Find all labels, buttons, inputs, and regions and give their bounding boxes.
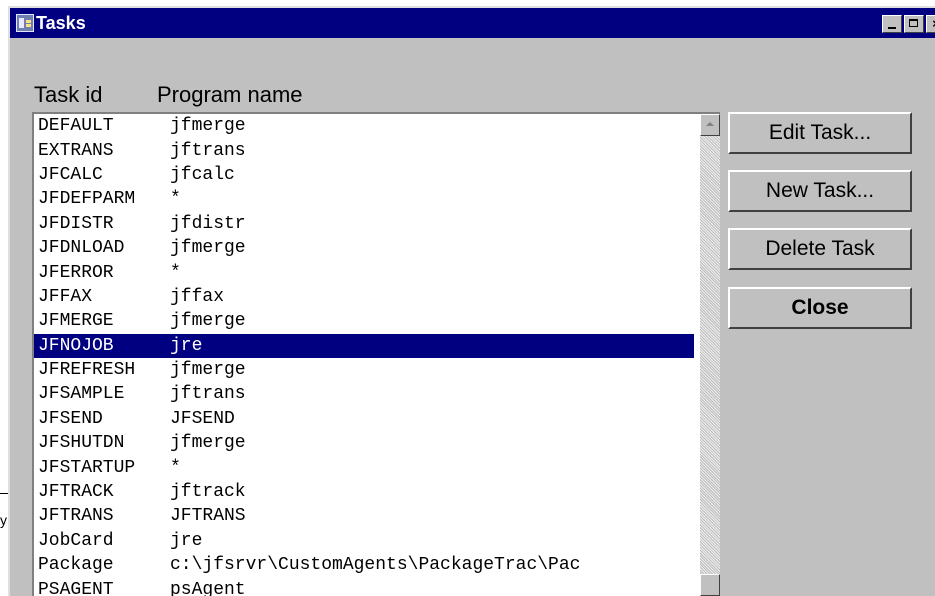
scroll-down-arrow-icon[interactable] (700, 574, 720, 596)
task-id-cell: JFREFRESH (38, 360, 136, 381)
task-row[interactable]: JFSEND JFSEND (34, 407, 694, 431)
minimize-button[interactable] (882, 15, 902, 33)
program-name-cell: JFSEND (170, 408, 235, 429)
task-row[interactable]: JobCard jre (34, 529, 694, 553)
close-window-button[interactable]: × (926, 15, 935, 33)
close-button[interactable]: Close (728, 287, 912, 329)
program-name-cell: * (170, 457, 181, 478)
program-name-cell: jfmerge (170, 116, 246, 137)
task-row[interactable]: JFTRACK jftrack (34, 480, 694, 504)
task-id-cell: Package (38, 555, 114, 576)
program-name-cell: jftrans (170, 384, 246, 405)
task-row[interactable]: JFMERGE jfmerge (34, 309, 694, 333)
task-id-cell: JFFAX (38, 286, 93, 307)
header-program-name: Program name (157, 82, 303, 107)
maximize-button[interactable] (904, 15, 924, 33)
task-row[interactable]: DEFAULT jfmerge (34, 114, 694, 138)
task-id-cell: JFSTARTUP (38, 457, 136, 478)
task-row[interactable]: JFCALC jfcalc (34, 163, 694, 187)
task-id-cell: DEFAULT (38, 116, 114, 137)
edit-task-button[interactable]: Edit Task... (728, 112, 912, 154)
task-row[interactable]: JFDISTR jfdistr (34, 212, 694, 236)
task-id-cell: JFNOJOB (38, 335, 114, 356)
window-title: Tasks (36, 13, 86, 33)
task-id-cell: EXTRANS (38, 140, 114, 161)
program-name-cell: psAgent (170, 579, 246, 596)
program-name-cell: jfmerge (170, 238, 246, 259)
program-name-cell: jre (170, 530, 203, 551)
task-id-cell: JFSEND (38, 408, 103, 429)
task-id-cell: JFTRACK (38, 482, 114, 503)
task-id-cell: JFSAMPLE (38, 384, 125, 405)
task-row[interactable]: JFTRANS JFTRANS (34, 504, 694, 528)
task-id-cell: PSAGENT (38, 579, 114, 596)
task-id-cell: JFMERGE (38, 311, 114, 332)
new-task-button[interactable]: New Task... (728, 170, 912, 212)
task-list-rows: DEFAULT jfmerge EXTRANS jftrans JFCALC jfcalc… (34, 114, 694, 596)
program-name-cell: c:\jfsrvr\CustomAgents\PackageTrac\Pac (170, 555, 581, 576)
task-id-cell: JFCALC (38, 164, 103, 185)
task-id-cell: JobCard (38, 530, 114, 551)
program-name-cell: * (170, 189, 181, 210)
program-name-cell: jfdistr (170, 213, 246, 234)
program-name-cell: jftrack (170, 482, 246, 503)
scroll-up-arrow-icon[interactable] (700, 114, 720, 136)
tasks-app-icon[interactable] (16, 14, 34, 32)
task-id-cell: JFTRANS (38, 506, 114, 527)
program-name-cell: jffax (170, 286, 225, 307)
program-name-cell: jfmerge (170, 433, 246, 454)
task-id-cell: JFDISTR (38, 213, 114, 234)
task-row[interactable]: JFDNLOAD jfmerge (34, 236, 694, 260)
task-row[interactable]: JFREFRESH jfmerge (34, 358, 694, 382)
task-id-cell: JFDEFPARM (38, 189, 136, 210)
program-name-cell: jfcalc (170, 164, 235, 185)
program-name-cell: * (170, 262, 181, 283)
title-bar[interactable]: Tasks × (10, 8, 935, 38)
header-task-id: Task id (34, 82, 103, 107)
task-id-cell: JFSHUTDN (38, 433, 125, 454)
delete-task-button[interactable]: Delete Task (728, 228, 912, 270)
task-row[interactable]: JFFAX jffax (34, 285, 694, 309)
program-name-cell: jfmerge (170, 360, 246, 381)
task-row[interactable]: JFSHUTDN jfmerge (34, 431, 694, 455)
task-id-cell: JFDNLOAD (38, 238, 125, 259)
task-row[interactable]: EXTRANS jftrans (34, 138, 694, 162)
vertical-scrollbar[interactable] (700, 114, 720, 596)
program-name-cell: jre (170, 335, 203, 356)
task-row[interactable]: JFSTARTUP * (34, 455, 694, 479)
task-row[interactable]: PSAGENT psAgent (34, 577, 694, 596)
task-row[interactable]: JFSAMPLE jftrans (34, 382, 694, 406)
task-row[interactable]: Package c:\jfsrvr\CustomAgents\PackageTra… (34, 553, 694, 577)
window-controls: × (880, 15, 935, 33)
task-row[interactable]: JFNOJOB jre (34, 333, 694, 358)
task-row[interactable]: JFDEFPARM * (34, 187, 694, 211)
task-id-cell: JFERROR (38, 262, 114, 283)
program-name-cell: jfmerge (170, 311, 246, 332)
program-name-cell: JFTRANS (170, 506, 246, 527)
task-row[interactable]: JFERROR * (34, 260, 694, 284)
background-text-fragment: y (0, 512, 7, 528)
tasks-window: Tasks × Task id Program name DEFAULT jfme… (8, 6, 935, 596)
task-listbox[interactable]: DEFAULT jfmerge EXTRANS jftrans JFCALC jfcalc… (32, 112, 720, 596)
program-name-cell: jftrans (170, 140, 246, 161)
